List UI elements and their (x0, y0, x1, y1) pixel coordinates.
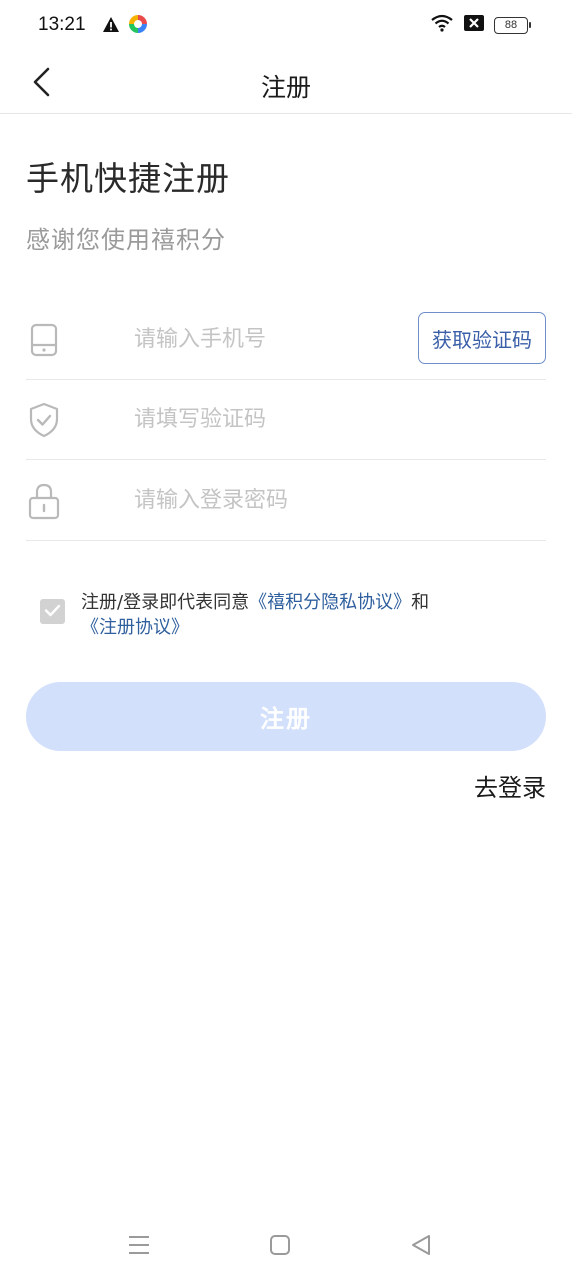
agreement-text: 注册/登录即代表同意《禧积分隐私协议》和《注册协议》 (81, 590, 536, 640)
system-nav-bar (0, 1214, 572, 1280)
battery-icon: 88 (494, 16, 531, 34)
system-home-button[interactable] (263, 1230, 297, 1264)
nav-bar: 注册 (0, 52, 572, 114)
warning-icon (102, 16, 120, 37)
code-input[interactable] (134, 398, 404, 440)
password-row (26, 461, 546, 541)
register-button[interactable]: 注册 (26, 682, 546, 751)
password-input[interactable] (134, 479, 404, 521)
phone-input[interactable] (134, 318, 404, 360)
status-bar: 13:21 88 (0, 0, 572, 50)
phone-row: 获取验证码 (26, 300, 546, 380)
back-icon (410, 1234, 432, 1260)
privacy-link[interactable]: 《禧积分隐私协议》 (249, 592, 411, 613)
sim-off-icon (464, 15, 484, 35)
agreement-prefix: 注册/登录即代表同意 (81, 592, 250, 613)
system-back-button[interactable] (404, 1230, 438, 1264)
code-row (26, 380, 546, 460)
check-icon (44, 602, 61, 621)
page-title: 注册 (260, 73, 311, 102)
agreement-joiner: 和 (411, 592, 430, 613)
go-login-link[interactable]: 去登录 (474, 768, 546, 803)
system-menu-button[interactable] (122, 1230, 156, 1264)
home-icon (269, 1234, 291, 1260)
status-time: 13:21 (38, 14, 86, 35)
form-subheading: 感谢您使用禧积分 (26, 226, 226, 254)
agreement-checkbox[interactable] (40, 599, 65, 624)
app-icon (128, 14, 148, 38)
shield-icon (26, 400, 62, 440)
lock-icon (26, 481, 62, 521)
menu-icon (127, 1234, 151, 1260)
form-heading: 手机快捷注册 (26, 159, 230, 198)
get-code-button[interactable]: 获取验证码 (418, 312, 546, 364)
register-agreement-link[interactable]: 《注册协议》 (81, 617, 189, 638)
wifi-icon (430, 14, 454, 36)
phone-icon (26, 320, 62, 360)
